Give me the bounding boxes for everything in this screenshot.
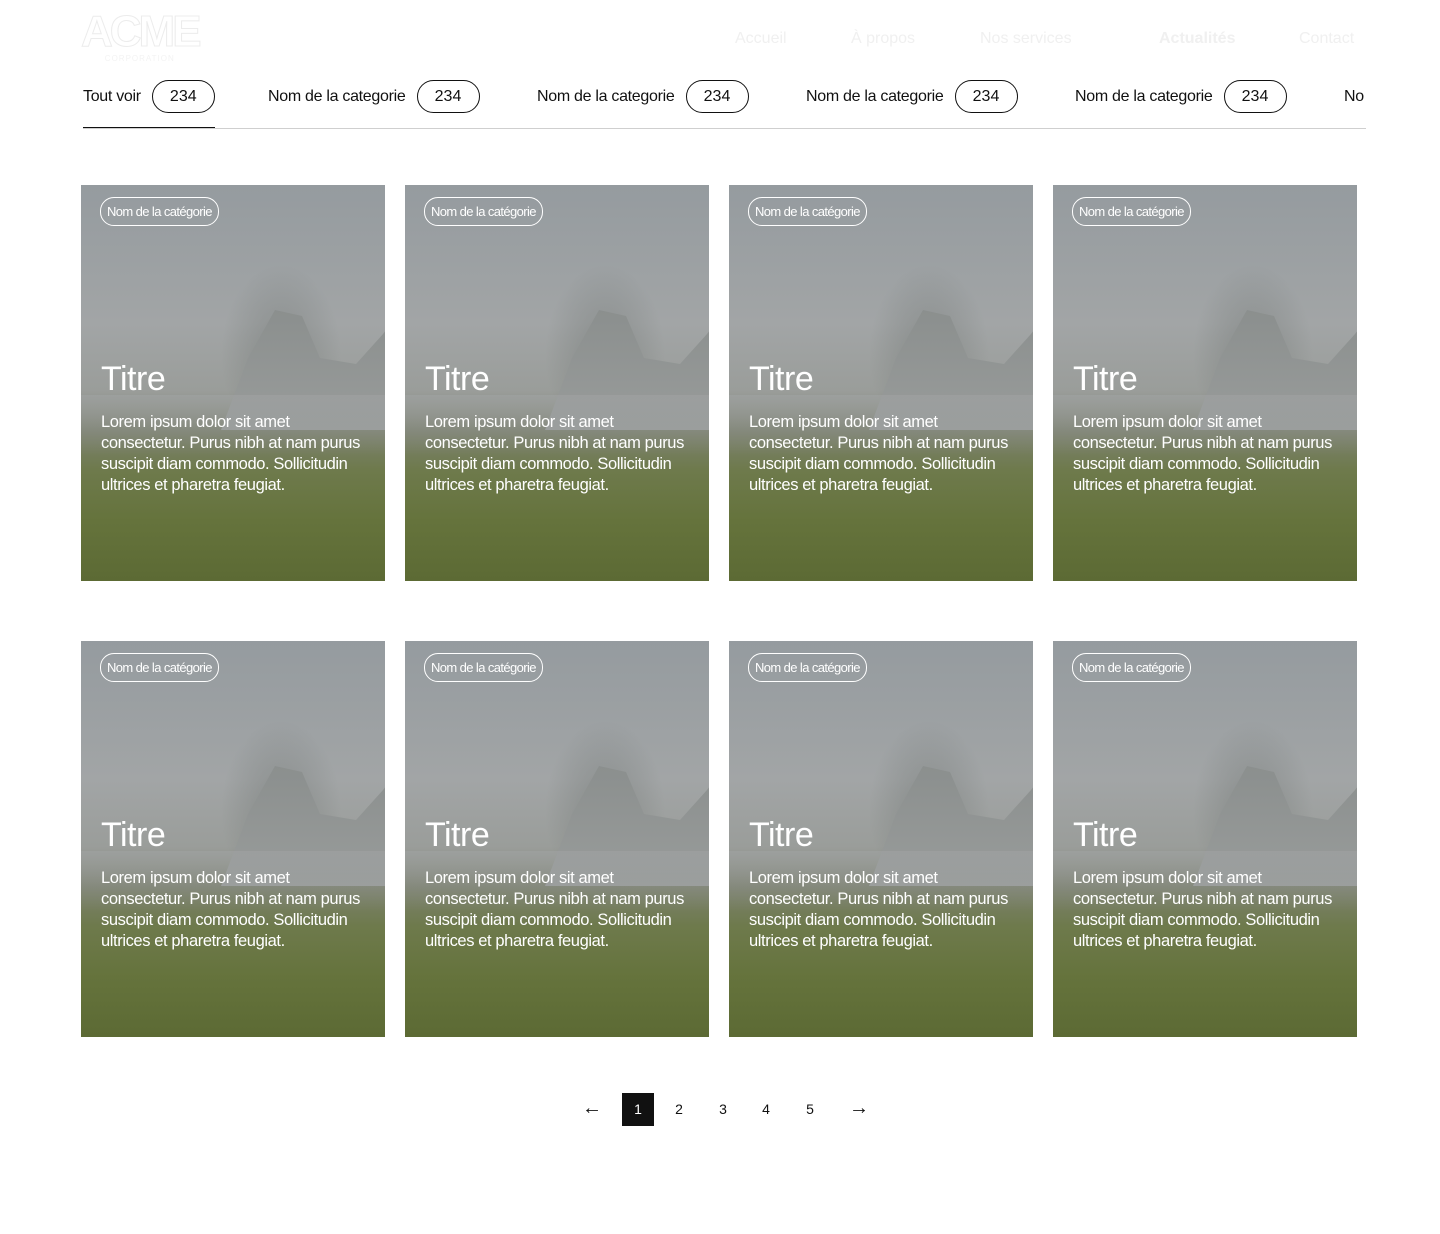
card-description: Lorem ipsum dolor sit amet consectetur. … — [101, 869, 360, 950]
tab-category[interactable]: Nom de la categorie 234 — [1075, 80, 1287, 128]
card-title: Titre — [101, 360, 166, 398]
category-badge[interactable]: Nom de la catégorie — [424, 653, 543, 682]
card-title: Titre — [749, 816, 814, 854]
card-description: Lorem ipsum dolor sit amet consectetur. … — [749, 413, 1008, 494]
category-badge[interactable]: Nom de la catégorie — [424, 197, 543, 226]
category-badge[interactable]: Nom de la catégorie — [100, 197, 219, 226]
category-badge[interactable]: Nom de la catégorie — [100, 653, 219, 682]
page-1[interactable]: 1 — [622, 1093, 654, 1126]
card-title: Titre — [425, 816, 490, 854]
article-card[interactable]: Nom de la catégorie Titre Lorem ipsum do… — [1053, 641, 1357, 1037]
tab-category[interactable]: Nom de la categorie 234 — [537, 80, 749, 128]
count-badge: 234 — [954, 80, 1018, 113]
card-description: Lorem ipsum dolor sit amet consectetur. … — [1073, 869, 1332, 950]
card-title: Titre — [425, 360, 490, 398]
category-badge[interactable]: Nom de la catégorie — [748, 653, 867, 682]
card-title: Titre — [749, 360, 814, 398]
nav-actualites[interactable]: Actualités — [1159, 30, 1235, 48]
card-title: Titre — [1073, 816, 1138, 854]
article-card[interactable]: Nom de la catégorie Titre Lorem ipsum do… — [405, 641, 709, 1037]
page-5[interactable]: 5 — [794, 1093, 826, 1126]
article-card[interactable]: Nom de la catégorie Titre Lorem ipsum do… — [729, 641, 1033, 1037]
count-badge: 234 — [416, 80, 480, 113]
count-badge: 234 — [685, 80, 749, 113]
page-3[interactable]: 3 — [707, 1093, 739, 1126]
category-tabs: Tout voir 234 Nom de la categorie 234 Nom … — [83, 80, 1366, 129]
card-title: Titre — [101, 816, 166, 854]
card-title: Titre — [1073, 360, 1138, 398]
article-card[interactable]: Nom de la catégorie Titre Lorem ipsum do… — [81, 185, 385, 581]
category-badge[interactable]: Nom de la catégorie — [748, 197, 867, 226]
tab-category-partial[interactable]: No — [1344, 80, 1364, 128]
arrow-right-icon[interactable]: → — [849, 1093, 869, 1126]
article-card[interactable]: Nom de la catégorie Titre Lorem ipsum do… — [81, 641, 385, 1037]
card-description: Lorem ipsum dolor sit amet consectetur. … — [749, 869, 1008, 950]
count-badge: 234 — [151, 80, 215, 113]
category-badge[interactable]: Nom de la catégorie — [1072, 197, 1191, 226]
card-description: Lorem ipsum dolor sit amet consectetur. … — [1073, 413, 1332, 494]
category-badge[interactable]: Nom de la catégorie — [1072, 653, 1191, 682]
arrow-left-icon[interactable]: ← — [582, 1093, 602, 1126]
page-2[interactable]: 2 — [663, 1093, 695, 1126]
page-4[interactable]: 4 — [750, 1093, 782, 1126]
nav-contact[interactable]: Contact — [1299, 30, 1354, 48]
main-nav: Accueil À propos Nos services Actualités… — [0, 30, 1440, 50]
article-card[interactable]: Nom de la catégorie Titre Lorem ipsum do… — [729, 185, 1033, 581]
card-description: Lorem ipsum dolor sit amet consectetur. … — [425, 869, 684, 950]
count-badge: 234 — [1223, 80, 1287, 113]
tab-category[interactable]: Nom de la categorie 234 — [268, 80, 480, 128]
nav-nos-services[interactable]: Nos services — [980, 30, 1072, 48]
article-card[interactable]: Nom de la catégorie Titre Lorem ipsum do… — [1053, 185, 1357, 581]
nav-accueil[interactable]: Accueil — [735, 30, 787, 48]
tab-category[interactable]: Nom de la categorie 234 — [806, 80, 1018, 128]
tab-tout-voir[interactable]: Tout voir 234 — [83, 80, 215, 128]
card-description: Lorem ipsum dolor sit amet consectetur. … — [101, 413, 360, 494]
nav-a-propos[interactable]: À propos — [851, 30, 915, 48]
pagination: ← 1 2 3 4 5 → — [0, 1093, 1440, 1126]
article-card[interactable]: Nom de la catégorie Titre Lorem ipsum do… — [405, 185, 709, 581]
card-description: Lorem ipsum dolor sit amet consectetur. … — [425, 413, 684, 494]
